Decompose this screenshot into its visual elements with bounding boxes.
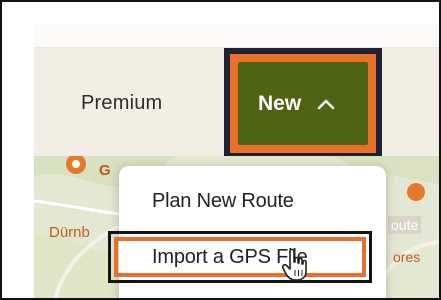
navbar-spacer	[382, 57, 402, 153]
map-route-label: oute	[388, 216, 422, 234]
menu-item-plan-new-route[interactable]: Plan New Route	[152, 190, 294, 213]
chevron-up-icon	[317, 98, 335, 110]
new-button-highlight-inner: New	[230, 54, 376, 153]
top-strip	[34, 24, 439, 48]
hand-pointer-cursor-icon	[281, 248, 308, 287]
new-button-label: New	[258, 91, 302, 115]
map-place-label: G	[99, 162, 111, 179]
new-button[interactable]: New	[238, 62, 368, 145]
screenshot-frame: Premium New G Dürnb oute ores Plan New R…	[0, 0, 441, 300]
new-button-highlight: New	[224, 48, 382, 159]
map-place-label: Dürnb	[49, 224, 90, 241]
premium-link[interactable]: Premium	[81, 92, 162, 115]
map-place-label: ores	[393, 249, 421, 265]
